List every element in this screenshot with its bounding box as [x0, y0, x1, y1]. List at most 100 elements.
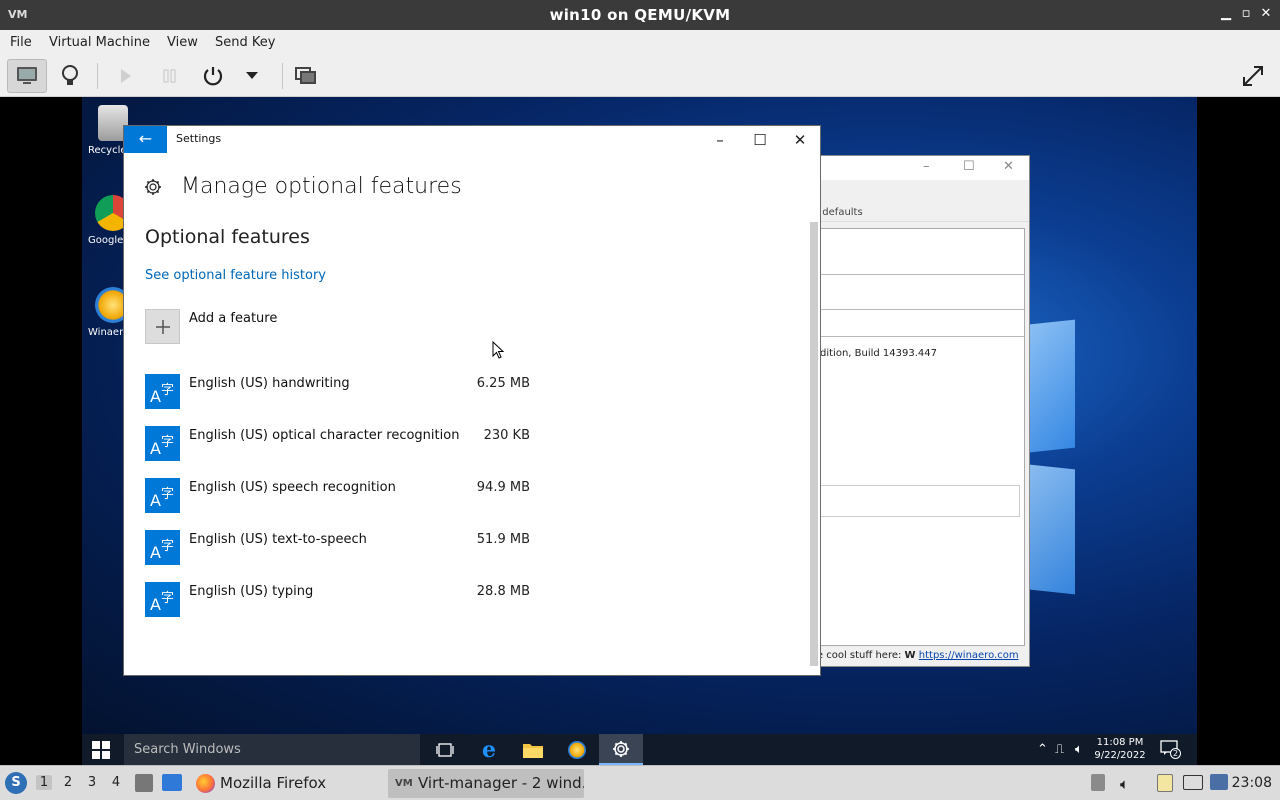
feature-item[interactable]: A字 English (US) optical character recogn…	[145, 426, 530, 462]
svg-text:字: 字	[161, 591, 174, 606]
shutdown-menu-button[interactable]	[232, 59, 272, 93]
clipboard-icon[interactable]	[1091, 774, 1105, 791]
add-feature-label[interactable]: Add a feature	[189, 311, 277, 326]
scrollbar[interactable]	[810, 222, 818, 666]
menu-virtual-machine[interactable]: Virtual Machine	[49, 35, 150, 50]
settings-minimize-button[interactable]: –	[700, 129, 740, 151]
fullscreen-icon	[1243, 66, 1263, 86]
settings-window[interactable]: ← Settings – ☐ ✕ Manage optional feature…	[123, 125, 821, 676]
gear-icon	[613, 740, 629, 757]
minimize-icon: –	[716, 131, 724, 149]
svg-text:字: 字	[161, 435, 174, 450]
add-feature-button[interactable]	[145, 309, 180, 344]
task-virt-manager[interactable]: VM Virt-manager - 2 wind...	[388, 769, 584, 798]
gear-icon	[145, 179, 161, 195]
feature-item[interactable]: A字 English (US) typing 28.8 MB	[145, 582, 530, 618]
bg-close-icon[interactable]: ✕	[1003, 159, 1014, 174]
settings-window-title: Settings	[176, 132, 222, 145]
notes-icon[interactable]	[1157, 774, 1173, 792]
svg-text:A: A	[150, 439, 161, 458]
volume-icon[interactable]: 🔈︎	[1120, 775, 1129, 793]
workspace-2[interactable]: 2	[60, 775, 76, 790]
settings-maximize-button[interactable]: ☐	[740, 129, 780, 151]
workspace-4[interactable]: 4	[108, 775, 124, 790]
windows-start-icon[interactable]	[92, 741, 110, 759]
settings-close-button[interactable]: ✕	[780, 129, 820, 151]
divider	[820, 336, 1024, 337]
language-feature-icon: A字	[145, 374, 180, 409]
bg-minimize-icon[interactable]: –	[923, 159, 930, 174]
svg-text:字: 字	[161, 539, 174, 554]
firefox-icon	[196, 774, 215, 793]
show-console-button[interactable]	[7, 59, 47, 93]
folder-icon	[523, 743, 543, 758]
divider	[820, 309, 1024, 310]
fullscreen-button[interactable]	[1233, 59, 1273, 93]
volume-icon[interactable]: 🔈︎	[1075, 742, 1083, 757]
run-button[interactable]	[106, 59, 146, 93]
guest-display[interactable]: Recycle Bin Google Chrome Winaero Tweake…	[0, 97, 1280, 765]
feature-name: English (US) handwriting	[189, 376, 350, 391]
task-view-button[interactable]	[423, 734, 467, 765]
background-window-panel: dition, Build 14393.447	[819, 228, 1025, 646]
bg-maximize-icon[interactable]: ☐	[963, 159, 975, 174]
windows-clock[interactable]: 11:08 PM 9/22/2022	[1092, 736, 1148, 762]
feature-size: 94.9 MB	[476, 480, 530, 495]
settings-taskbar-button[interactable]	[599, 734, 643, 765]
edge-icon: e	[482, 736, 496, 763]
toolbar-separator	[97, 63, 98, 89]
svg-text:A: A	[150, 491, 161, 510]
menu-file[interactable]: File	[10, 35, 32, 50]
winaero-taskbar-button[interactable]	[555, 734, 599, 765]
language-feature-icon: A字	[145, 478, 180, 513]
file-explorer-taskbar-button[interactable]	[511, 734, 555, 765]
background-window-toolbar: o defaults	[811, 204, 1029, 222]
background-window-box	[820, 485, 1020, 517]
language-feature-icon: A字	[145, 426, 180, 461]
host-taskbar: S 1 2 3 4 Mozilla Firefox VM Virt-manage…	[0, 765, 1280, 800]
app-menu-icon[interactable]: S	[5, 772, 27, 794]
feature-item[interactable]: A字 English (US) speech recognition 94.9 …	[145, 478, 530, 514]
close-icon[interactable]: ✕	[1257, 5, 1275, 23]
back-button[interactable]: ←	[124, 126, 167, 153]
snapshots-button[interactable]	[286, 59, 326, 93]
maximize-icon[interactable]: ▫	[1237, 5, 1255, 23]
windows-search-box[interactable]: Search Windows	[124, 734, 420, 765]
network-icon[interactable]: ⎍	[1055, 742, 1064, 757]
optional-feature-history-link[interactable]: See optional feature history	[145, 268, 326, 283]
update-icon[interactable]	[1210, 774, 1228, 790]
divider	[820, 274, 1024, 275]
menu-send-key[interactable]: Send Key	[215, 35, 275, 50]
host-clock[interactable]: 23:08	[1232, 775, 1272, 791]
chevron-up-icon[interactable]: ⌃	[1037, 742, 1048, 757]
search-placeholder: Search Windows	[134, 742, 241, 757]
maximize-icon: ☐	[753, 131, 767, 149]
feature-name: English (US) typing	[189, 584, 314, 599]
windows-taskbar: Search Windows e ⌃ ⎍ 🔈︎ 11:08 PM 9/22/20…	[82, 734, 1197, 765]
feature-size: 51.9 MB	[476, 532, 530, 547]
pause-icon	[163, 69, 176, 83]
menu-view[interactable]: View	[167, 35, 198, 50]
feature-item[interactable]: A字 English (US) text-to-speech 51.9 MB	[145, 530, 530, 566]
background-window-titlebar: – ☐ ✕	[811, 156, 1029, 180]
background-window[interactable]: – ☐ ✕ o defaults dition, Build 14393.447…	[810, 155, 1030, 667]
shutdown-button[interactable]	[193, 59, 233, 93]
language-feature-icon: A字	[145, 582, 180, 617]
desktop-icon[interactable]	[162, 774, 182, 791]
network-icon[interactable]	[1183, 775, 1203, 790]
pause-button[interactable]	[150, 59, 190, 93]
minimize-icon[interactable]: ▁	[1217, 5, 1235, 23]
task-firefox[interactable]: Mozilla Firefox	[190, 769, 384, 798]
host-title-bar: VM win10 on QEMU/KVM ▁ ▫ ✕	[0, 0, 1280, 30]
action-center-button[interactable]: 2	[1160, 740, 1181, 759]
show-details-button[interactable]	[50, 59, 90, 93]
feature-item[interactable]: A字 English (US) handwriting 6.25 MB	[145, 374, 530, 410]
play-icon	[121, 69, 131, 83]
edge-taskbar-button[interactable]: e	[467, 734, 511, 765]
winaero-link[interactable]: https://winaero.com	[919, 650, 1019, 661]
workspace-1[interactable]: 1	[36, 775, 52, 790]
file-manager-icon[interactable]	[135, 774, 153, 792]
plus-icon	[155, 319, 170, 334]
workspace-3[interactable]: 3	[84, 775, 100, 790]
mouse-cursor-icon	[492, 341, 504, 359]
